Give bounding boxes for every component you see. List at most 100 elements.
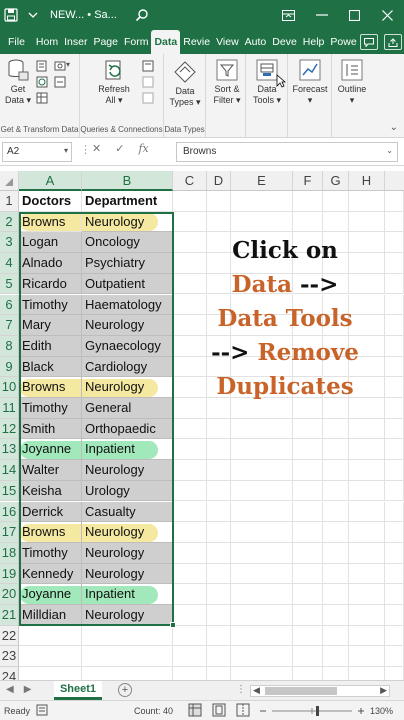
cell[interactable] [231,542,293,564]
tab-automate[interactable]: Auto [242,30,270,54]
column-header-g[interactable]: G [323,171,349,191]
cell[interactable] [231,211,293,233]
scroll-right-icon[interactable]: ▶ [380,685,387,696]
row-header[interactable]: 7 [0,315,19,336]
cell[interactable] [173,460,207,481]
cell[interactable] [385,584,404,605]
search-icon[interactable] [131,0,153,30]
cell[interactable] [207,191,231,212]
properties-icon[interactable] [142,76,154,88]
more-icon[interactable]: ⋮ [236,684,246,695]
sort-filter-button[interactable]: Sort & Filter ▾ [210,58,244,106]
cell[interactable]: Timothy [19,294,82,316]
data-types-button[interactable]: Data Types ▾ [168,60,202,108]
insert-function-button[interactable]: fx [138,142,148,155]
next-sheet-icon[interactable]: ▶ [24,684,32,695]
tab-review[interactable]: Revie [180,30,213,54]
cell[interactable]: Browns [19,522,82,543]
cell[interactable] [173,542,207,564]
cell[interactable]: Psychiatry [82,253,173,274]
cell[interactable]: Neurology [82,460,173,481]
cell[interactable] [385,625,404,647]
cell[interactable]: Orthopaedic [82,418,173,440]
scroll-left-icon[interactable]: ◀ [253,685,260,696]
cell[interactable]: Browns [19,211,82,233]
cell[interactable]: General [82,398,173,419]
chevron-down-icon[interactable]: ▾ [66,60,78,72]
cell[interactable]: Department [82,191,173,212]
row-header[interactable]: 22 [0,625,19,647]
row-header[interactable]: 5 [0,273,19,295]
column-header-a[interactable]: A [19,171,82,191]
row-header[interactable]: 11 [0,398,19,419]
cell[interactable] [231,191,293,212]
cell[interactable] [385,460,404,481]
cell[interactable] [349,646,385,668]
cell[interactable] [323,522,349,543]
cell[interactable] [323,191,349,212]
cell[interactable] [385,335,404,357]
cell[interactable] [323,646,349,668]
cell[interactable] [293,460,323,481]
row-header[interactable]: 12 [0,418,19,440]
cell[interactable] [207,501,231,523]
cell[interactable] [323,501,349,523]
column-header-f[interactable]: F [293,171,323,191]
cell[interactable] [323,418,349,440]
cell[interactable]: Cardiology [82,356,173,378]
cell[interactable] [207,418,231,440]
cell[interactable] [173,522,207,543]
cell[interactable] [385,542,404,564]
cancel-button[interactable]: ✕ [92,142,101,155]
accessibility-icon[interactable] [36,704,48,716]
cell[interactable]: Neurology [82,522,173,543]
row-header[interactable]: 18 [0,542,19,564]
cell[interactable] [231,480,293,502]
cell[interactable] [349,439,385,461]
cell[interactable]: Haematology [82,294,173,316]
cell[interactable] [385,232,404,254]
recent-sources-icon[interactable] [54,60,66,72]
forecast-button[interactable]: Forecast ▾ [290,58,330,106]
cell[interactable] [323,211,349,233]
tab-formulas[interactable]: Form [121,30,152,54]
cell[interactable] [207,542,231,564]
tab-page-layout[interactable]: Page [90,30,121,54]
row-header[interactable]: 3 [0,232,19,254]
ribbon-display-icon[interactable] [272,0,305,30]
tab-data[interactable]: Data [151,30,181,54]
cell[interactable] [231,501,293,523]
cell[interactable] [385,377,404,398]
zoom-slider[interactable] [258,704,366,718]
cell[interactable]: Oncology [82,232,173,254]
cell[interactable] [349,418,385,440]
cell[interactable] [349,191,385,212]
share-icon[interactable] [383,34,402,50]
column-header-e[interactable]: E [231,171,293,191]
row-header[interactable]: 4 [0,253,19,274]
save-icon[interactable] [0,0,22,30]
cell[interactable]: Timothy [19,398,82,419]
cell[interactable] [82,625,173,647]
cell[interactable]: Outpatient [82,273,173,295]
cell[interactable] [207,480,231,502]
row-header[interactable]: 19 [0,563,19,585]
cell[interactable] [19,646,82,668]
row-header[interactable]: 16 [0,501,19,523]
row-header[interactable]: 21 [0,605,19,626]
cell[interactable] [82,646,173,668]
column-header-d[interactable]: D [207,171,231,191]
cell[interactable] [323,584,349,605]
get-data-button[interactable]: Get Data ▾ [4,58,32,106]
cell[interactable] [349,522,385,543]
cell[interactable]: Milldian [19,605,82,626]
edit-links-icon[interactable] [142,92,154,104]
cell[interactable] [173,480,207,502]
cell[interactable] [293,439,323,461]
cell[interactable] [293,501,323,523]
cell[interactable] [385,273,404,295]
cell[interactable] [207,460,231,481]
name-box[interactable]: A2 ▾ [2,142,72,162]
sheet-tab-sheet1[interactable]: Sheet1 [54,681,102,700]
cell[interactable] [349,542,385,564]
